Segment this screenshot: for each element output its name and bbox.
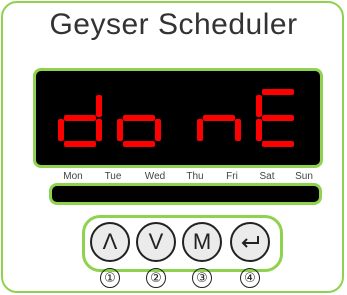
enter-button[interactable] (230, 222, 270, 262)
segment-d-g (64, 115, 96, 121)
day-label-fri: Fri (226, 171, 238, 182)
segment-n-g (203, 115, 235, 121)
segment-E-f (256, 95, 262, 117)
segment-o-e (117, 119, 123, 141)
segment-E-a (262, 89, 294, 95)
button-number-1: ① (100, 268, 120, 288)
mode-button[interactable]: M (182, 222, 222, 262)
segment-d-d (64, 141, 96, 147)
up-button[interactable]: Λ (90, 222, 130, 262)
segment-E-g (262, 115, 294, 121)
button-number-4: ④ (240, 268, 260, 288)
seven-segment-display (33, 68, 323, 168)
display-canvas (58, 89, 294, 147)
segment-n-e (197, 119, 203, 141)
app-title: Geyser Scheduler (49, 8, 298, 41)
segment-E-d (262, 141, 294, 147)
day-label-thu: Thu (186, 171, 204, 182)
weekday-labels: Mon Tue Wed Thu Fri Sat Sun (0, 171, 347, 183)
segment-o-g (123, 115, 155, 121)
day-label-sun: Sun (295, 171, 313, 182)
chevron-up-icon: Λ (102, 229, 118, 254)
weekday-indicator-bar (49, 183, 322, 205)
button-number-2: ② (146, 268, 166, 288)
segment-o-d (123, 141, 155, 147)
enter-icon (241, 236, 259, 248)
down-button[interactable]: V (136, 222, 176, 262)
segment-o-c (155, 119, 161, 141)
day-label-sat: Sat (259, 171, 275, 182)
day-label-tue: Tue (104, 171, 122, 182)
segment-E-e (256, 119, 262, 141)
chevron-down-icon: V (148, 229, 164, 254)
segment-d-b (96, 95, 102, 117)
segment-n-c (235, 119, 241, 141)
segment-d-e (58, 119, 64, 141)
display-digits (58, 89, 294, 147)
button-number-3: ③ (192, 268, 212, 288)
day-label-wed: Wed (144, 171, 166, 182)
mode-icon: M (192, 229, 212, 254)
segment-d-c (96, 119, 102, 141)
day-label-mon: Mon (63, 171, 83, 182)
